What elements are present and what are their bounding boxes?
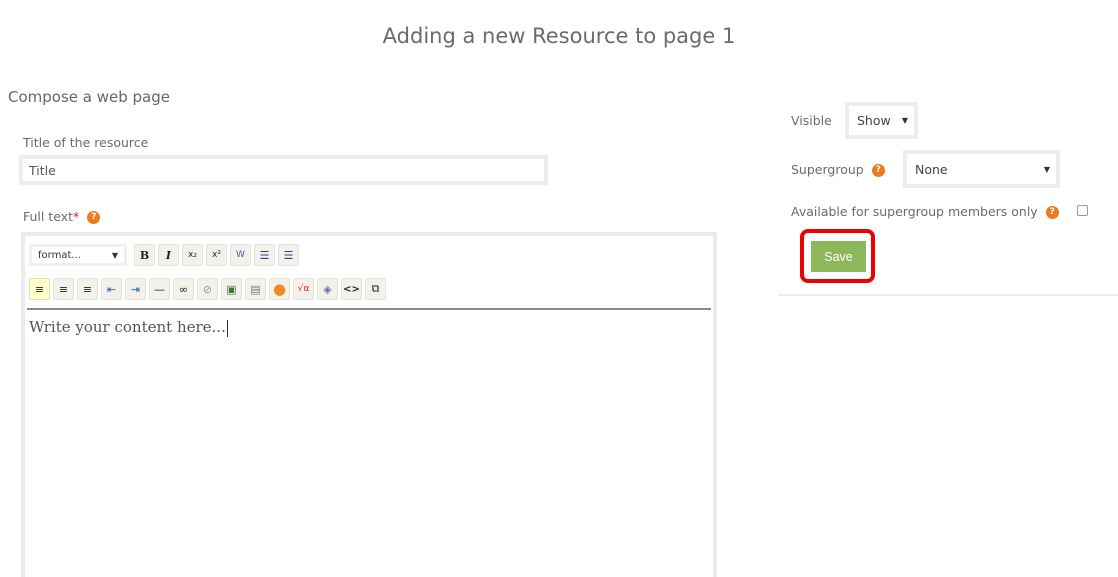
chevron-down-icon: ▼ (111, 250, 118, 260)
toolbar-divider (27, 308, 711, 310)
title-label: Title of the resource (23, 135, 149, 150)
editor-content-area[interactable]: Write your content here... (29, 318, 228, 337)
media-icon[interactable]: ▤ (245, 278, 266, 300)
fullscreen-icon[interactable]: ⧉ (365, 278, 386, 300)
paste-from-word-icon[interactable]: W (230, 244, 251, 266)
members-only-label: Available for supergroup members only ? (791, 204, 1059, 219)
help-icon[interactable]: ? (1045, 206, 1059, 219)
title-input[interactable] (19, 155, 548, 185)
save-button[interactable]: Save (811, 241, 866, 272)
help-icon[interactable]: ? (87, 211, 101, 224)
fulltext-label-text: Full text (23, 209, 74, 224)
embed-icon[interactable]: ● (269, 278, 290, 300)
visible-select-value: Show (857, 113, 891, 128)
align-right-icon[interactable]: ≡ (77, 278, 98, 300)
supergroup-label: Supergroup ? (791, 162, 885, 177)
text-cursor (226, 319, 228, 337)
toolbar-row-1: format... ▼ B I x₂ x² W ☰ ☰ (29, 244, 299, 266)
required-mark: * (73, 209, 80, 224)
superscript-icon[interactable]: x² (206, 244, 227, 266)
italic-icon[interactable]: I (158, 244, 179, 266)
visible-label: Visible (791, 113, 832, 128)
indent-icon[interactable]: ⇥ (125, 278, 146, 300)
outdent-icon[interactable]: ⇤ (101, 278, 122, 300)
rich-text-editor: format... ▼ B I x₂ x² W ☰ ☰ ≡ ≡ ≡ ⇤ ⇥ — … (21, 232, 717, 577)
align-center-icon[interactable]: ≡ (53, 278, 74, 300)
align-left-icon[interactable]: ≡ (29, 278, 50, 300)
format-select[interactable]: format... ▼ (29, 244, 127, 266)
bold-icon[interactable]: B (134, 244, 155, 266)
math-icon[interactable]: √α (293, 278, 314, 300)
format-select-value: format... (38, 249, 81, 261)
link-icon[interactable]: ∞ (173, 278, 194, 300)
help-icon[interactable]: ? (871, 164, 885, 177)
chevron-down-icon: ▼ (901, 116, 908, 125)
section-title: Compose a web page (8, 88, 170, 106)
toolbar-row-2: ≡ ≡ ≡ ⇤ ⇥ — ∞ ⊘ ▣ ▤ ● √α ◈ <> ⧉ (29, 278, 386, 300)
horizontal-rule-icon[interactable]: — (149, 278, 170, 300)
supergroup-select-value: None (915, 161, 948, 177)
page-title: Adding a new Resource to page 1 (382, 24, 736, 48)
unlink-icon[interactable]: ⊘ (197, 278, 218, 300)
members-only-label-text: Available for supergroup members only (791, 204, 1038, 219)
source-code-icon[interactable]: <> (341, 278, 362, 300)
unordered-list-icon[interactable]: ☰ (278, 244, 299, 266)
members-only-checkbox[interactable] (1077, 205, 1088, 216)
visible-select[interactable]: Show ▼ (845, 102, 918, 139)
fulltext-label: Full text* ? (23, 209, 101, 224)
subscript-icon[interactable]: x₂ (182, 244, 203, 266)
editor-content-text: Write your content here... (29, 318, 226, 336)
sidebar-divider (778, 294, 1118, 296)
ordered-list-icon[interactable]: ☰ (254, 244, 275, 266)
image-icon[interactable]: ▣ (221, 278, 242, 300)
3d-object-icon[interactable]: ◈ (317, 278, 338, 300)
supergroup-select[interactable]: None ▼ (903, 150, 1060, 188)
supergroup-label-text: Supergroup (791, 162, 864, 177)
chevron-down-icon: ▼ (1043, 164, 1050, 174)
